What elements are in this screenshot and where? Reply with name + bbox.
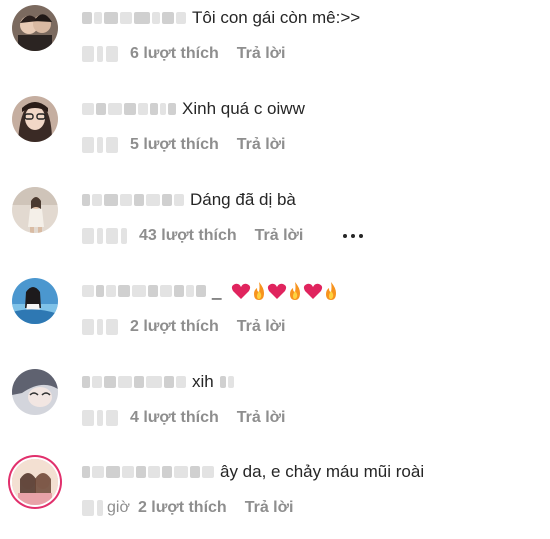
likes-count[interactable]: 6 lượt thích: [130, 45, 219, 63]
comment-item: _ 2 lượt thích Trả lời: [0, 278, 550, 358]
comment-text: xih: [192, 372, 214, 391]
avatar-image: [12, 5, 58, 51]
fire-icon: [326, 282, 337, 300]
timestamp-fragment: giờ: [107, 499, 130, 516]
timestamp-blurred: [82, 46, 118, 62]
comment-text: Dáng đã dị bà: [190, 190, 296, 209]
likes-count[interactable]: 43 lượt thích: [139, 227, 237, 245]
heart-icon: [232, 283, 251, 299]
heart-icon: [304, 283, 323, 299]
reply-button[interactable]: Trả lời: [237, 45, 286, 63]
comment-item: Tôi con gái còn mê:>> 6 lượt thích Trả l…: [0, 5, 550, 85]
timestamp-blurred: [82, 228, 127, 244]
likes-count[interactable]: 4 lượt thích: [130, 409, 219, 427]
heart-icon: [268, 283, 287, 299]
avatar-image: [12, 459, 58, 505]
comment-item: Xinh quá c oiww 5 lượt thích Trả lời: [0, 96, 550, 176]
mention-blurred: [219, 376, 234, 388]
avatar-image: [12, 96, 58, 142]
avatar[interactable]: [12, 187, 58, 233]
timestamp-blurred: [82, 319, 118, 335]
fire-icon: [290, 282, 301, 300]
reply-button[interactable]: Trả lời: [245, 499, 294, 517]
username-blurred[interactable]: [82, 285, 206, 297]
reply-button[interactable]: Trả lời: [237, 409, 286, 427]
avatar-image: [12, 369, 58, 415]
timestamp-blurred: [82, 410, 118, 426]
comment-text: Xinh quá c oiww: [182, 99, 305, 118]
comment-text: Tôi con gái còn mê:>>: [192, 8, 361, 27]
likes-count[interactable]: 2 lượt thích: [130, 318, 219, 336]
avatar[interactable]: [12, 278, 58, 324]
likes-count[interactable]: 5 lượt thích: [130, 136, 219, 154]
avatar-image: [12, 187, 58, 233]
avatar-image: [12, 278, 58, 324]
fire-icon: [254, 282, 265, 300]
comment-item: xih 4 lượt thích Trả lời: [0, 369, 550, 449]
avatar[interactable]: [12, 5, 58, 51]
username-blurred[interactable]: [82, 12, 186, 24]
avatar[interactable]: [12, 96, 58, 142]
more-options-icon[interactable]: [343, 234, 364, 238]
comment-list: Tôi con gái còn mê:>> 6 lượt thích Trả l…: [0, 0, 550, 533]
username-blurred[interactable]: [82, 194, 184, 206]
timestamp-blurred: [82, 500, 103, 516]
reply-button[interactable]: Trả lời: [237, 318, 286, 336]
emoji-sequence: [231, 281, 339, 301]
comment-item: Dáng đã dị bà 43 lượt thích Trả lời: [0, 187, 550, 267]
avatar-story-ring[interactable]: [12, 459, 58, 505]
username-blurred[interactable]: [82, 376, 186, 388]
reply-button[interactable]: Trả lời: [255, 227, 304, 245]
likes-count[interactable]: 2 lượt thích: [138, 499, 227, 517]
timestamp-blurred: [82, 137, 118, 153]
username-blurred[interactable]: [82, 466, 214, 478]
reply-button[interactable]: Trả lời: [237, 136, 286, 154]
avatar[interactable]: [12, 369, 58, 415]
comment-item: ây da, e chảy máu mũi roài giờ 2 lượt th…: [0, 459, 550, 539]
comment-text: _: [212, 281, 222, 300]
comment-text: ây da, e chảy máu mũi roài: [220, 462, 425, 481]
username-blurred[interactable]: [82, 103, 176, 115]
